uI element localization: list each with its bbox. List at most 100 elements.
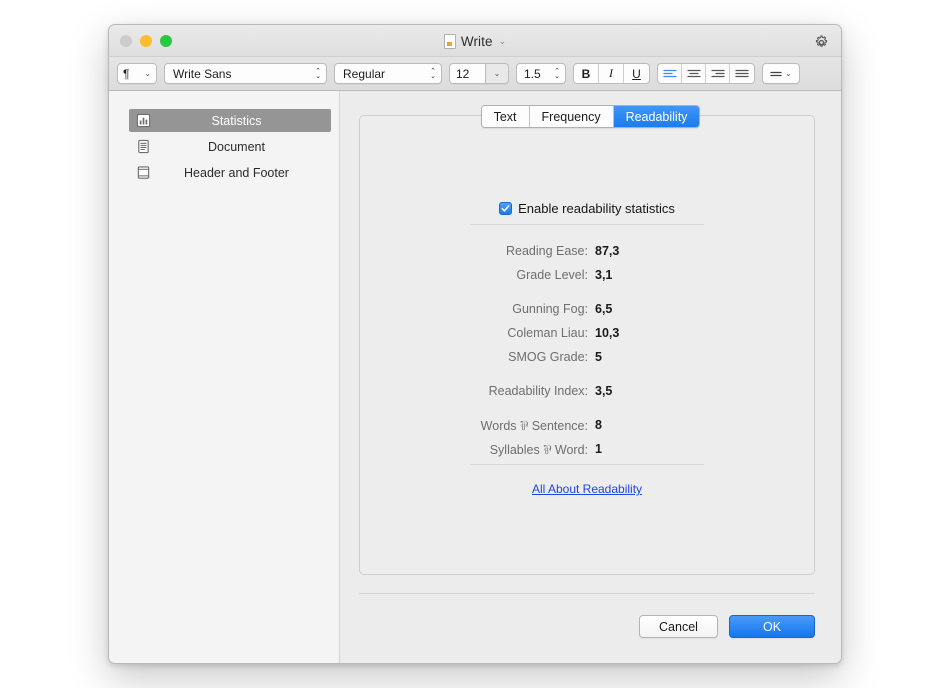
gear-icon[interactable]: [811, 32, 831, 52]
footer-divider: [359, 593, 815, 594]
divider-top: [470, 224, 704, 225]
font-style-select[interactable]: Regular ⌃ ⌄: [334, 63, 442, 84]
stat-label: Gunning Fog:: [512, 302, 588, 316]
stat-row: Grade Level: 3,1: [360, 263, 814, 287]
paragraph-icon: ¶: [123, 66, 130, 81]
stat-row: Syllables ⅌ Word: 1: [360, 437, 814, 461]
enable-readability-row[interactable]: Enable readability statistics: [360, 201, 814, 216]
stat-value: 3,1: [595, 268, 613, 282]
font-style-value: Regular: [343, 66, 386, 81]
font-family-value: Write Sans: [173, 66, 232, 81]
align-left-button[interactable]: [658, 64, 682, 83]
text-align-group: [657, 63, 755, 84]
align-justify-button[interactable]: [730, 64, 754, 83]
readability-stats-list: Reading Ease: 87,3 Grade Level: 3,1 Gunn…: [360, 239, 814, 461]
sidebar-item-statistics[interactable]: Statistics: [129, 109, 331, 132]
font-size-input[interactable]: 12: [449, 63, 485, 84]
stat-label: Reading Ease:: [505, 244, 588, 258]
stat-label: Readability Index:: [488, 384, 588, 398]
sidebar-item-document[interactable]: Document: [129, 135, 331, 158]
tab-text[interactable]: Text: [481, 106, 530, 127]
underline-button[interactable]: U: [624, 64, 649, 83]
stat-row: Coleman Liau: 10,3: [360, 321, 814, 345]
sidebar-item-header-and-footer[interactable]: Header and Footer: [129, 161, 331, 184]
gear-glyph: [815, 34, 827, 47]
app-window: Write ⌄ ¶ ⌄ Write Sans ⌃ ⌄ Regular ⌃ ⌄ 1…: [108, 24, 842, 664]
stat-value: 3,5: [595, 384, 613, 398]
stat-value: 87,3: [595, 244, 620, 258]
stat-value: 10,3: [595, 326, 620, 340]
stat-label: Syllables ⅌ Word:: [489, 442, 588, 457]
stat-value: 1: [595, 442, 602, 456]
header-footer-glyph: [137, 166, 150, 179]
align-center-icon: [686, 69, 701, 77]
divider-bottom: [470, 464, 704, 465]
stat-label: Grade Level:: [516, 268, 588, 282]
align-right-icon: [710, 69, 725, 77]
align-center-button[interactable]: [682, 64, 706, 83]
header-footer-icon: [135, 164, 152, 181]
stat-row: Gunning Fog: 6,5: [360, 297, 814, 321]
all-about-readability-link[interactable]: All About Readability: [532, 482, 642, 496]
chevron-down-icon[interactable]: ⌄: [499, 36, 507, 47]
chevron-down-icon: ⌄: [784, 69, 792, 78]
font-size-dropdown[interactable]: ⌄: [485, 63, 509, 84]
font-family-select[interactable]: Write Sans ⌃ ⌄: [164, 63, 327, 84]
stat-value: 8: [595, 418, 602, 432]
readability-tab-bar: Text Frequency Readability: [340, 105, 841, 128]
line-spacing-select[interactable]: 1.5 ⌃ ⌄: [516, 63, 566, 84]
document-lines-glyph: [138, 139, 149, 154]
window-title-group[interactable]: Write ⌄: [109, 25, 841, 57]
chevron-down-icon: ⌄: [493, 69, 501, 78]
stat-value: 6,5: [595, 302, 613, 316]
stat-row: SMOG Grade: 5: [360, 345, 814, 369]
enable-readability-checkbox[interactable]: [499, 202, 513, 215]
window-title: Write: [460, 33, 493, 49]
bold-button[interactable]: B: [574, 64, 599, 83]
document-icon: [443, 33, 456, 49]
stat-row: Reading Ease: 87,3: [360, 239, 814, 263]
settings-sidebar: Statistics Document Header and Footer: [109, 91, 340, 663]
document-lines-icon: [135, 138, 152, 155]
cancel-button[interactable]: Cancel: [639, 615, 718, 638]
tab-group: Text Frequency Readability: [480, 105, 701, 128]
line-spacing-value: 1.5: [524, 66, 541, 81]
chevron-down-icon: ⌄: [144, 69, 151, 78]
dialog-footer: Cancel OK: [639, 615, 815, 638]
tab-frequency[interactable]: Frequency: [529, 106, 614, 127]
list-style-button[interactable]: ⌄: [762, 63, 800, 84]
font-size-group: 12 ⌄: [449, 63, 509, 84]
enable-readability-label: Enable readability statistics: [518, 201, 675, 216]
align-justify-icon: [735, 69, 749, 77]
italic-button[interactable]: I: [599, 64, 624, 83]
sidebar-item-label: Header and Footer: [184, 165, 289, 180]
about-readability-row: All About Readability: [360, 480, 814, 498]
readability-panel: Enable readability statistics Reading Ea…: [359, 115, 815, 575]
paragraph-style-button[interactable]: ¶ ⌄: [117, 63, 157, 84]
ok-button[interactable]: OK: [729, 615, 815, 638]
sidebar-item-label: Statistics: [211, 113, 262, 128]
align-left-icon: [662, 69, 677, 77]
list-icon: [770, 71, 782, 76]
stepper-icon: ⌃ ⌄: [315, 67, 321, 80]
sidebar-item-label: Document: [208, 139, 265, 154]
check-icon: [501, 205, 510, 212]
settings-content: Enable readability statistics Reading Ea…: [340, 91, 841, 663]
bar-chart-glyph: [136, 113, 151, 128]
stepper-icon: ⌃ ⌄: [430, 67, 436, 80]
stat-row: Words ⅌ Sentence: 8: [360, 413, 814, 437]
stat-row: Readability Index: 3,5: [360, 379, 814, 403]
title-bar: Write ⌄: [109, 25, 841, 57]
formatting-toolbar: ¶ ⌄ Write Sans ⌃⌄ Regular ⌃⌄ 12 ⌄ 1.5: [109, 57, 841, 91]
text-style-group: B I U: [573, 63, 650, 84]
align-right-button[interactable]: [706, 64, 730, 83]
stepper-icon: ⌃ ⌄: [554, 67, 560, 80]
stat-label: Coleman Liau:: [507, 326, 588, 340]
stat-value: 5: [595, 350, 602, 364]
stat-label: SMOG Grade:: [508, 350, 588, 364]
tab-readability[interactable]: Readability: [613, 106, 700, 127]
bar-chart-icon: [135, 112, 152, 129]
